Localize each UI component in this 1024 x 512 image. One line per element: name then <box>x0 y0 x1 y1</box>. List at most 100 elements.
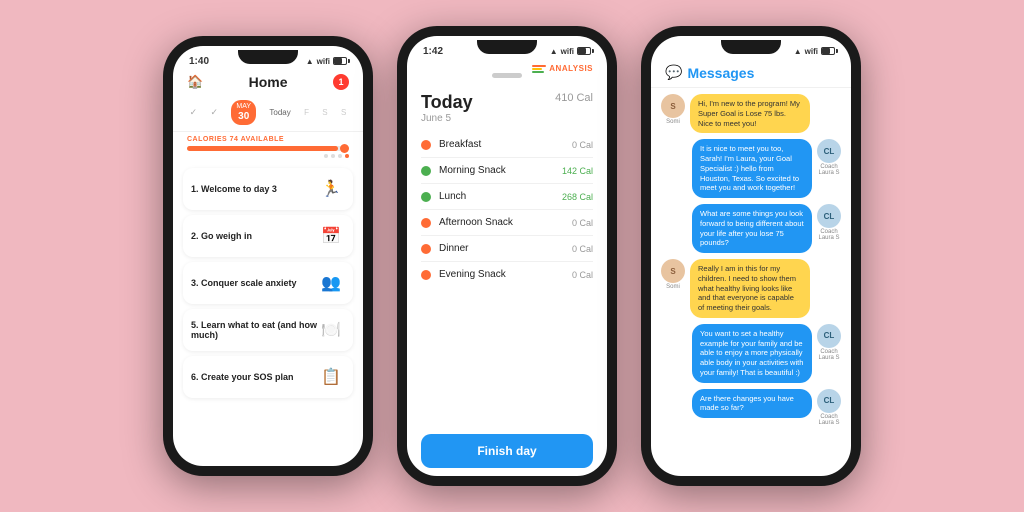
signal-icon-3: ▲ <box>794 47 802 56</box>
chat-avatar-col-4: S Somi <box>661 259 685 290</box>
status-icons-2: ▲ wifi <box>550 47 591 56</box>
chat-row-3: CL CoachLaura S What are some things you… <box>661 204 841 253</box>
cal-day-s2: S <box>341 108 346 117</box>
task-item-2[interactable]: 2. Go weigh in 📅 <box>183 215 353 257</box>
avatar-coach-3: CL <box>817 324 841 348</box>
cal-day-today: Today <box>269 108 290 117</box>
cal-day-t: ✓ <box>211 107 219 118</box>
dot-4 <box>345 154 349 158</box>
calories-label: CALORIES 74 AVAILABLE <box>187 136 349 143</box>
breakfast-dot <box>421 140 431 150</box>
cal-today-label: Today <box>269 108 290 117</box>
battery-icon-3 <box>821 47 835 55</box>
messages-header: 💬 Messages <box>651 60 851 88</box>
task-icon-6: 📋 <box>317 363 345 391</box>
chat-avatar-col-6: CL CoachLaura S <box>817 389 841 426</box>
signal-icon-1: ▲ <box>306 57 314 66</box>
status-icons-1: ▲ wifi <box>306 57 347 66</box>
messages-title-text: Messages <box>687 65 754 81</box>
signal-icon-2: ▲ <box>550 47 558 56</box>
task-item-1[interactable]: 1. Welcome to day 3 🏃 <box>183 168 353 210</box>
cal-check-m: ✓ <box>190 107 198 118</box>
morning-snack-name: Morning Snack <box>439 165 562 176</box>
task-label-5: 5. Learn what to eat (and how much) <box>191 320 317 340</box>
bubble-coach-2: What are some things you look forward to… <box>692 204 812 253</box>
dinner-cal: 0 Cal <box>572 244 593 254</box>
swipe-handle <box>492 73 522 78</box>
avatar-label-coach-4: CoachLaura S <box>817 414 841 426</box>
task-label-2: 2. Go weigh in <box>191 231 317 241</box>
chat-row-2: CL CoachLaura S It is nice to meet you t… <box>661 139 841 198</box>
evening-snack-dot <box>421 270 431 280</box>
phone-today: 1:42 ▲ wifi ANALYSIS <box>397 26 617 486</box>
breakfast-cal: 0 Cal <box>572 140 593 150</box>
today-total-cal: 410 Cal <box>555 92 593 104</box>
afternoon-snack-cal: 0 Cal <box>572 218 593 228</box>
avatar-label-coach-2: CoachLaura S <box>817 229 841 241</box>
cal-check-t: ✓ <box>211 107 219 118</box>
task-item-3[interactable]: 3. Conquer scale anxiety 👥 <box>183 262 353 304</box>
cal-day-m: ✓ <box>190 107 198 118</box>
progress-bar-fill <box>187 146 338 151</box>
message-bubble-icon: 💬 <box>665 64 682 81</box>
dot-1 <box>324 154 328 158</box>
food-evening-snack[interactable]: Evening Snack 0 Cal <box>421 262 593 287</box>
status-time-2: 1:42 <box>423 46 443 57</box>
task-label-6: 6. Create your SOS plan <box>191 372 317 382</box>
avatar-somi-2: S <box>661 259 685 283</box>
avatar-coach-4: CL <box>817 389 841 413</box>
cal-day-s1: S <box>322 108 327 117</box>
food-afternoon-snack[interactable]: Afternoon Snack 0 Cal <box>421 210 593 236</box>
avatar-coach-2: CL <box>817 204 841 228</box>
food-dinner[interactable]: Dinner 0 Cal <box>421 236 593 262</box>
progress-marker <box>340 144 349 153</box>
task-icon-3: 👥 <box>317 269 345 297</box>
task-item-6[interactable]: 6. Create your SOS plan 📋 <box>183 356 353 398</box>
today-title: Today <box>421 92 473 113</box>
avatar-label-coach-1: CoachLaura S <box>817 164 841 176</box>
task-label-3: 3. Conquer scale anxiety <box>191 278 317 288</box>
dinner-dot <box>421 244 431 254</box>
avatar-coach-1: CL <box>817 139 841 163</box>
task-item-5[interactable]: 5. Learn what to eat (and how much) 🍽️ <box>183 309 353 351</box>
chat-avatar-col-5: CL CoachLaura S <box>817 324 841 361</box>
analysis-dots <box>532 65 546 73</box>
phone-home-screen: 1:40 ▲ wifi 🏠 Home 1 ✓ ✓ <box>173 46 363 466</box>
food-breakfast[interactable]: Breakfast 0 Cal <box>421 132 593 158</box>
phone-today-screen: 1:42 ▲ wifi ANALYSIS <box>407 36 607 476</box>
avatar-somi-1: S <box>661 94 685 118</box>
avatar-label-coach-3: CoachLaura S <box>817 349 841 361</box>
cal-day-30[interactable]: MAY 30 <box>231 100 256 125</box>
battery-icon-2 <box>577 47 591 55</box>
food-lunch[interactable]: Lunch 268 Cal <box>421 184 593 210</box>
afternoon-snack-dot <box>421 218 431 228</box>
phones-container: 1:40 ▲ wifi 🏠 Home 1 ✓ ✓ <box>143 6 881 506</box>
morning-snack-dot <box>421 166 431 176</box>
notification-badge: 1 <box>333 74 349 90</box>
today-header: Today June 5 410 Cal <box>407 86 607 128</box>
chat-avatar-col-3: CL CoachLaura S <box>817 204 841 241</box>
finish-day-button[interactable]: Finish day <box>421 434 593 468</box>
task-icon-2: 📅 <box>317 222 345 250</box>
food-morning-snack[interactable]: Morning Snack 142 Cal <box>421 158 593 184</box>
analysis-label: ANALYSIS <box>532 64 593 73</box>
avatar-label-somi-1: Somi <box>661 119 685 125</box>
morning-snack-cal: 142 Cal <box>562 166 593 176</box>
cal-month: MAY <box>236 103 251 110</box>
evening-snack-cal: 0 Cal <box>572 270 593 280</box>
phone-messages: ▲ wifi 💬 Messages S Somi <box>641 26 861 486</box>
chat-avatar-col-1: S Somi <box>661 94 685 125</box>
wifi-icon-2: wifi <box>561 47 574 56</box>
calories-section: CALORIES 74 AVAILABLE <box>173 131 363 164</box>
bubble-somi-1: Hi, I'm new to the program! My Super Goa… <box>690 94 810 133</box>
afternoon-snack-name: Afternoon Snack <box>439 217 572 228</box>
evening-snack-name: Evening Snack <box>439 269 572 280</box>
chat-list: S Somi Hi, I'm new to the program! My Su… <box>651 88 851 476</box>
analysis-dot-3 <box>532 71 544 73</box>
dot-2 <box>331 154 335 158</box>
bubble-somi-2: Really I am in this for my children. I n… <box>690 259 810 318</box>
today-date: June 5 <box>421 113 473 124</box>
messages-title: 💬 Messages <box>665 64 837 81</box>
food-list: Breakfast 0 Cal Morning Snack 142 Cal Lu… <box>407 128 607 426</box>
analysis-text: ANALYSIS <box>549 64 593 73</box>
